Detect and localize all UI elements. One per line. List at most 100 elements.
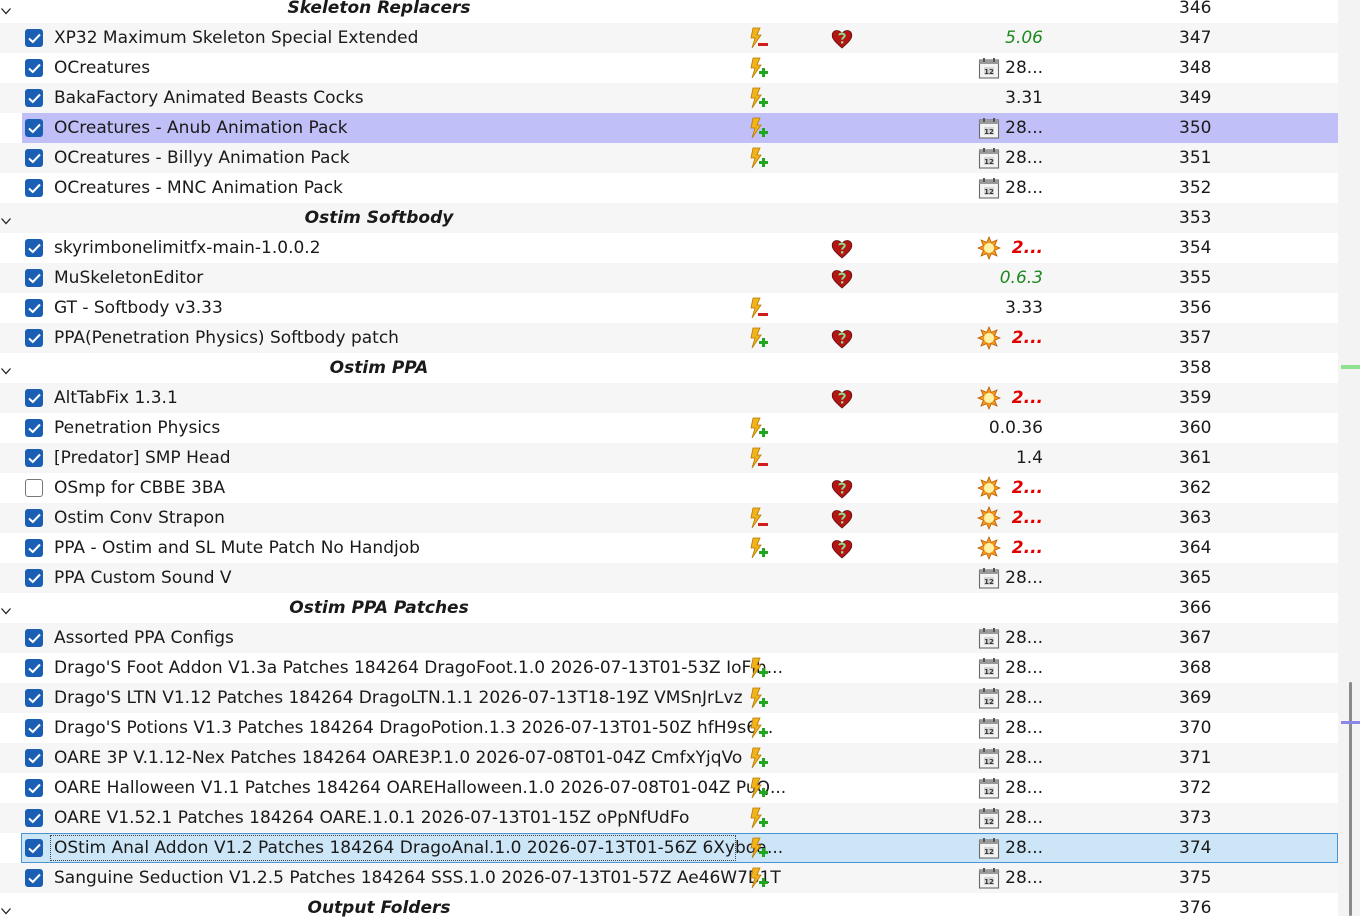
separator-row[interactable]: Output Folders 376 — [0, 893, 1338, 923]
mod-row[interactable]: Sanguine Seduction V1.2.5 Patches 184264… — [0, 863, 1338, 893]
separator-row[interactable]: Ostim Softbody 353 — [0, 203, 1338, 233]
collapse-chevron-icon[interactable] — [0, 902, 12, 915]
mod-enabled-checkbox[interactable] — [25, 59, 43, 77]
mod-row[interactable]: Ostim Conv Strapon 2... 363 — [0, 503, 1338, 533]
mod-row[interactable]: Assorted PPA Configs 12 28... 367 — [0, 623, 1338, 653]
mod-name: GT - Softbody v3.33 — [54, 298, 223, 318]
mod-enabled-checkbox[interactable] — [25, 809, 43, 827]
mod-priority: 364 — [1179, 538, 1212, 558]
mod-row[interactable]: PPA - Ostim and SL Mute Patch No Handjob… — [0, 533, 1338, 563]
mod-priority: 358 — [1179, 358, 1212, 378]
mod-enabled-checkbox[interactable] — [25, 869, 43, 887]
mod-version: 0.0.36 — [988, 418, 1043, 438]
mod-priority: 375 — [1179, 868, 1212, 888]
mod-priority: 372 — [1179, 778, 1212, 798]
mod-enabled-checkbox[interactable] — [25, 659, 43, 677]
mod-row[interactable]: GT - Softbody v3.33 3.33 356 — [0, 293, 1338, 323]
flash-plus-icon — [746, 326, 770, 350]
mod-enabled-checkbox[interactable] — [25, 29, 43, 47]
mod-enabled-checkbox[interactable] — [25, 839, 43, 857]
sun-icon — [976, 475, 1002, 501]
mod-name: Penetration Physics — [54, 418, 221, 438]
mod-row[interactable]: PPA Custom Sound V 12 28... 365 — [0, 563, 1338, 593]
mod-row[interactable]: Drago'S Foot Addon V1.3a Patches 184264 … — [0, 653, 1338, 683]
mod-enabled-checkbox[interactable] — [25, 119, 43, 137]
mod-name: PPA Custom Sound V — [54, 568, 232, 588]
mod-row[interactable]: OCreatures 12 28... 348 — [0, 53, 1338, 83]
collapse-chevron-icon[interactable] — [0, 602, 12, 615]
mod-row[interactable]: Drago'S Potions V1.3 Patches 184264 Drag… — [0, 713, 1338, 743]
collapse-chevron-icon[interactable] — [0, 362, 12, 375]
mod-name: Ostim Conv Strapon — [54, 508, 225, 528]
mod-version: 28... — [1005, 868, 1043, 888]
mod-enabled-checkbox[interactable] — [25, 449, 43, 467]
flash-plus-icon — [746, 806, 770, 830]
mod-enabled-checkbox[interactable] — [25, 689, 43, 707]
mod-enabled-checkbox[interactable] — [25, 419, 43, 437]
scrollbar-thumb[interactable] — [1349, 682, 1352, 916]
mod-row[interactable]: MuSkeletonEditor 0.6.3 355 — [0, 263, 1338, 293]
flash-minus-icon — [746, 296, 770, 320]
mod-enabled-checkbox[interactable] — [25, 749, 43, 767]
mod-row[interactable]: OARE Halloween V1.1 Patches 184264 OAREH… — [0, 773, 1338, 803]
separator-row[interactable]: Ostim PPA Patches 366 — [0, 593, 1338, 623]
separator-row[interactable]: Skeleton Replacers 346 — [0, 0, 1338, 23]
mod-row[interactable]: [Predator] SMP Head 1.4 361 — [0, 443, 1338, 473]
collapse-chevron-icon[interactable] — [0, 212, 12, 225]
svg-text:12: 12 — [984, 758, 994, 766]
mod-enabled-checkbox[interactable] — [25, 719, 43, 737]
mod-priority: 361 — [1179, 448, 1212, 468]
vertical-scrollbar[interactable] — [1338, 0, 1360, 916]
svg-text:12: 12 — [984, 788, 994, 796]
mod-enabled-checkbox[interactable] — [25, 149, 43, 167]
mod-version: 28... — [1005, 778, 1043, 798]
mod-row[interactable]: OCreatures - Anub Animation Pack 12 28... 3… — [0, 113, 1338, 143]
flash-plus-icon — [746, 866, 770, 890]
mod-row[interactable]: OARE V1.52.1 Patches 184264 OARE.1.0.1 2… — [0, 803, 1338, 833]
mod-row[interactable]: Penetration Physics 0.0.36 360 — [0, 413, 1338, 443]
mod-name: OCreatures — [54, 58, 151, 78]
mod-row[interactable]: OStim Anal Addon V1.2 Patches 184264 Dra… — [0, 833, 1338, 863]
mod-row[interactable]: OSmp for CBBE 3BA 2... 362 — [0, 473, 1338, 503]
mod-row[interactable]: AltTabFix 1.3.1 2... 359 — [0, 383, 1338, 413]
flash-minus-icon — [746, 26, 770, 50]
mod-priority: 353 — [1179, 208, 1212, 228]
mod-row[interactable]: OARE 3P V.1.12-Nex Patches 184264 OARE3P… — [0, 743, 1338, 773]
calendar-icon: 12 — [977, 716, 1001, 740]
mod-enabled-checkbox[interactable] — [25, 179, 43, 197]
separator-row[interactable]: Ostim PPA 358 — [0, 353, 1338, 383]
mod-name: XP32 Maximum Skeleton Special Extended — [54, 28, 419, 48]
mod-enabled-checkbox[interactable] — [25, 569, 43, 587]
collapse-chevron-icon[interactable] — [0, 2, 12, 15]
mod-name: OCreatures - Anub Animation Pack — [54, 118, 348, 138]
mod-enabled-checkbox[interactable] — [25, 239, 43, 257]
mod-row[interactable]: XP32 Maximum Skeleton Special Extended 5.… — [0, 23, 1338, 53]
calendar-icon: 12 — [977, 626, 1001, 650]
mod-enabled-checkbox[interactable] — [25, 479, 43, 497]
calendar-icon: 12 — [977, 806, 1001, 830]
mod-priority: 348 — [1179, 58, 1212, 78]
mod-enabled-checkbox[interactable] — [25, 539, 43, 557]
mod-enabled-checkbox[interactable] — [25, 389, 43, 407]
mod-enabled-checkbox[interactable] — [25, 509, 43, 527]
svg-text:12: 12 — [984, 818, 994, 826]
mod-enabled-checkbox[interactable] — [25, 779, 43, 797]
mod-enabled-checkbox[interactable] — [25, 329, 43, 347]
mod-row[interactable]: Drago'S LTN V1.12 Patches 184264 DragoLT… — [0, 683, 1338, 713]
mod-enabled-checkbox[interactable] — [25, 299, 43, 317]
mod-row[interactable]: PPA(Penetration Physics) Softbody patch 2… — [0, 323, 1338, 353]
mod-list: Skeleton Replacers 346 XP32 Maximum Skelet… — [0, 0, 1338, 923]
mod-enabled-checkbox[interactable] — [25, 629, 43, 647]
mod-priority: 373 — [1179, 808, 1212, 828]
mod-version: 2... — [1011, 238, 1043, 258]
mod-row[interactable]: skyrimbonelimitfx-main-1.0.0.2 2... 354 — [0, 233, 1338, 263]
mod-version: 28... — [1005, 568, 1043, 588]
mod-row[interactable]: BakaFactory Animated Beasts Cocks 3.31 349 — [0, 83, 1338, 113]
mod-priority: 363 — [1179, 508, 1212, 528]
mod-enabled-checkbox[interactable] — [25, 89, 43, 107]
mod-row[interactable]: OCreatures - MNC Animation Pack 12 28... 35… — [0, 173, 1338, 203]
mod-priority: 367 — [1179, 628, 1212, 648]
heart-question-icon — [830, 267, 854, 291]
mod-enabled-checkbox[interactable] — [25, 269, 43, 287]
mod-row[interactable]: OCreatures - Billyy Animation Pack 12 28..… — [0, 143, 1338, 173]
